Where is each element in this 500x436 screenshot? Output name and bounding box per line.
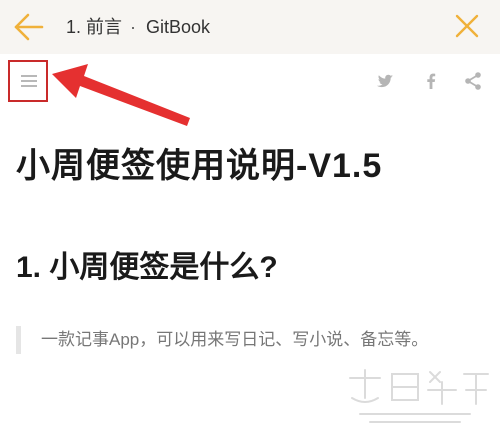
arrow-left-icon bbox=[14, 13, 44, 41]
quote-text: 一款记事App，可以用来写日记、写小说、备忘等。 bbox=[41, 330, 429, 349]
title-separator: · bbox=[130, 17, 137, 37]
document-title: 小周便签使用说明-V1.5 bbox=[16, 147, 383, 185]
book-title: GitBook bbox=[146, 17, 211, 37]
close-button[interactable] bbox=[452, 11, 482, 41]
hamburger-menu-icon bbox=[21, 75, 37, 87]
back-button[interactable] bbox=[8, 8, 48, 46]
facebook-icon bbox=[427, 73, 436, 89]
share-icon bbox=[465, 72, 481, 90]
share-button[interactable] bbox=[462, 70, 484, 92]
blockquote: 一款记事App，可以用来写日记、写小说、备忘等。 bbox=[16, 326, 466, 354]
watermark-logo bbox=[349, 369, 489, 423]
annotation-arrow bbox=[52, 64, 190, 126]
page-heading: 1. 前言 · GitBook bbox=[66, 15, 210, 39]
chapter-title: 1. 前言 bbox=[66, 17, 123, 37]
close-icon bbox=[455, 14, 479, 38]
twitter-icon bbox=[377, 74, 393, 88]
top-app-bar: 1. 前言 · GitBook bbox=[0, 0, 500, 54]
section-heading: 1. 小周便签是什么? bbox=[16, 251, 278, 284]
facebook-share-button[interactable] bbox=[420, 70, 442, 92]
menu-toggle-button[interactable] bbox=[8, 60, 48, 102]
twitter-share-button[interactable] bbox=[374, 70, 396, 92]
